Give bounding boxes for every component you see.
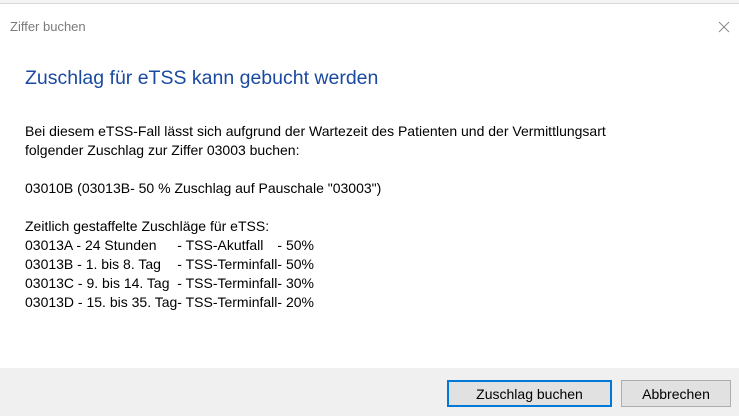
- rate-percent: - 20%: [277, 294, 314, 310]
- selected-surcharge: 03010B (03013B- 50 % Zuschlag auf Pausch…: [25, 180, 382, 196]
- rate-type: - TSS-Terminfall: [177, 275, 278, 291]
- rate-type: - TSS-Terminfall: [177, 256, 278, 272]
- close-icon: [718, 21, 730, 33]
- ziffer-buchen-dialog: Ziffer buchen Zuschlag für eTSS kann geb…: [0, 4, 739, 416]
- table-row: 03013B - 1. bis 8. Tag - TSS-Terminfall …: [25, 255, 314, 274]
- rate-code: 03013B - 1. bis 8. Tag: [25, 256, 161, 272]
- abbrechen-button[interactable]: Abbrechen: [621, 380, 731, 407]
- rates-table: 03013A - 24 Stunden - TSS-Akutfall - 50%…: [25, 236, 314, 312]
- rate-code: 03013A - 24 Stunden: [25, 237, 157, 253]
- title-bar: Ziffer buchen: [0, 4, 739, 40]
- zuschlag-buchen-button[interactable]: Zuschlag buchen: [447, 380, 612, 407]
- rate-code: 03013D - 15. bis 35. Tag: [25, 294, 178, 310]
- button-bar: Zuschlag buchen Abbrechen: [0, 368, 739, 416]
- table-row: 03013D - 15. bis 35. Tag - TSS-Terminfal…: [25, 293, 314, 312]
- rates-title: Zeitlich gestaffelte Zuschläge für eTSS:: [25, 218, 270, 234]
- rate-percent: - 50%: [277, 256, 314, 272]
- rate-type: - TSS-Terminfall: [177, 294, 278, 310]
- rate-percent: - 30%: [277, 275, 314, 291]
- dialog-message: Bei diesem eTSS-Fall lässt sich aufgrund…: [25, 122, 715, 312]
- table-row: 03013C - 9. bis 14. Tag - TSS-Terminfall…: [25, 274, 314, 293]
- rate-percent: - 50%: [277, 237, 314, 253]
- intro-line-2: folgender Zuschlag zur Ziffer 03003 buch…: [25, 142, 300, 158]
- table-row: 03013A - 24 Stunden - TSS-Akutfall - 50%: [25, 236, 314, 255]
- rate-type: - TSS-Akutfall: [177, 237, 264, 253]
- close-button[interactable]: [709, 14, 739, 40]
- intro-line-1: Bei diesem eTSS-Fall lässt sich aufgrund…: [25, 123, 606, 139]
- window-title: Ziffer buchen: [10, 19, 86, 34]
- dialog-heading: Zuschlag für eTSS kann gebucht werden: [25, 67, 379, 89]
- rate-code: 03013C - 9. bis 14. Tag: [25, 275, 170, 291]
